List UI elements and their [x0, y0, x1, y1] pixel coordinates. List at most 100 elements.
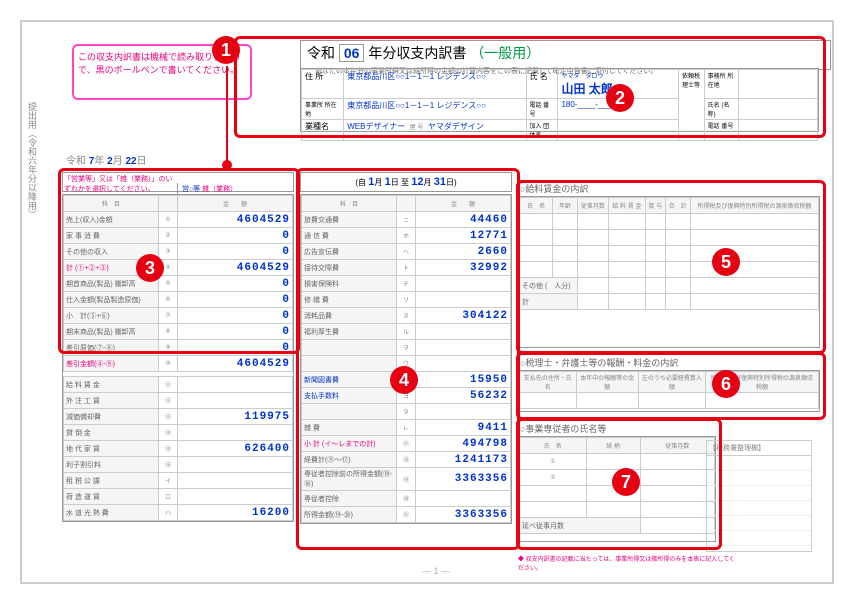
table-row	[520, 393, 819, 409]
table-row: 利子割引料⑯	[64, 457, 293, 473]
selection-row: 「営業等」又は「雑（業務）」のいずれかを選択してください。 営○等 雑（業務）	[62, 172, 294, 192]
tel-label: 電話 番号	[526, 99, 558, 120]
table-row: 減価償却費⑬119975	[64, 409, 293, 425]
table-row: 水 道 光 熱 費ハ16200	[64, 505, 293, 521]
admin-title: 【税務署整理欄】	[707, 441, 811, 456]
table-header: 氏 名続 柄従事月数	[520, 438, 715, 454]
connector-line	[226, 66, 228, 162]
table-header: 科 目金 額	[64, 196, 293, 212]
connector-dot	[222, 160, 232, 170]
table-row: 外 注 工 賃⑫	[64, 393, 293, 409]
sec7-title: ○事業専従者の氏名等	[520, 422, 606, 435]
table-row: 専従者控除前の所得金額(⑩-⑱)⑲3363356	[302, 468, 511, 491]
period-to-m: 12	[411, 176, 423, 188]
table-row: 小 計 (イ〜レまでの計)⑰494798	[302, 436, 511, 452]
table-row: 損害保険料チ	[302, 276, 511, 292]
title-suffix: 年分収支内訳書	[368, 45, 466, 61]
title-kind: （一般用）	[470, 45, 540, 61]
sel-opt2[interactable]: 雑（業務）	[202, 186, 237, 193]
table-header: 氏 名年齢従事月数給 料 賃 金賞 与合 計所得税及び復興特別所得税の源泉徴収税…	[520, 198, 819, 214]
table-row: 給 料 賃 金⑪	[64, 377, 293, 393]
sec5-title: ○給料賃金の内訳	[520, 182, 588, 195]
addr-label: 住 所	[302, 70, 344, 99]
table-row: 通 信 費ホ12771	[302, 228, 511, 244]
org-value	[558, 120, 679, 141]
callout-4: 4	[390, 366, 418, 394]
table-row: その他 ( 人分)	[520, 278, 819, 294]
sec5-table: 氏 名年齢従事月数給 料 賃 金賞 与合 計所得税及び復興特別所得税の源泉徴収税…	[518, 196, 820, 348]
agent-name	[738, 99, 817, 120]
form-title: 令和 06 年分収支内訳書 （一般用） あなたの本年分の事業所得又は雑所得の金額…	[300, 40, 831, 70]
submit-date: 令和 7年 2月 22日	[66, 152, 147, 167]
table-row: 修 繕 費リ	[302, 292, 511, 308]
table-header: 科 目金 額	[302, 196, 511, 212]
furigana: ヤマダ タロウ	[561, 71, 675, 80]
callout-6: 6	[712, 370, 740, 398]
table-row: 仕入金額(製品製造原価)⑥0	[64, 292, 293, 308]
admin-box: 【税務署整理欄】	[706, 440, 812, 552]
table-row: 接待交際費ト32992	[302, 260, 511, 276]
table-row: 消耗品費ヌ304122	[302, 308, 511, 324]
table-row: 家 事 消 費②0	[64, 228, 293, 244]
job-value: WEBデザイナー	[347, 122, 405, 131]
table-row: 計 (①+②+③)④4604529	[64, 260, 293, 276]
table-row: 期首商品(製品) 棚卸高⑤0	[64, 276, 293, 292]
callout-2: 2	[606, 84, 634, 112]
sel-label: 「営業等」又は「雑（業務）」のいずれかを選択してください。	[63, 173, 175, 195]
table-row: 地 代 家 賃⑮626400	[64, 441, 293, 457]
applicant-block: 住 所 東京都品川区○○1－1－1 レジデンス○○ 氏 名 ヤマダ タロウ 山田…	[300, 68, 819, 132]
table-row: タ	[302, 404, 511, 420]
period-m1: 月	[374, 178, 382, 187]
period-m2: 月	[423, 178, 431, 187]
table-row: 経費計(⑪〜⑰)⑱1241173	[302, 452, 511, 468]
period: (自 1月 1日 至 12月 31日)	[300, 172, 512, 192]
table-row: 荷 造 運 賃ロ	[64, 489, 293, 505]
year-value: 06	[339, 44, 365, 62]
table-row: 所得金額(⑲-⑳)㉑3363356	[302, 507, 511, 523]
table-expenses: 科 目金 額旅費交通費ニ44460通 信 費ホ12771広告宣伝費ヘ2660接待…	[300, 194, 512, 524]
bizaddr-label: 事業所 所在地	[302, 99, 344, 120]
agent-office	[738, 70, 817, 99]
table-header: 支払先の住所・氏名本年中の報酬等の金額左のうち必要経費算入額所得税及び復興特別所…	[520, 372, 819, 393]
agent-tel-label: 電話 番号	[704, 120, 738, 141]
table-row: 広告宣伝費ヘ2660	[302, 244, 511, 260]
page-number: — 1 —	[422, 566, 450, 576]
shop-value: ヤマダデザイン	[428, 122, 484, 131]
submit-era: 令和	[66, 156, 86, 167]
table-row: 売上(収入)金額①4604529	[64, 212, 293, 228]
sel-opt1[interactable]: 営○等	[182, 186, 200, 193]
footnote: ◆ 収支内訳書の記載に当たっては、事業所得又は雑所得のみを本表に記入してください…	[518, 554, 738, 572]
table-row: 福利厚生費ル	[302, 324, 511, 340]
table-row: 計	[520, 294, 819, 310]
callout-3: 3	[136, 254, 164, 282]
period-end: 日)	[446, 178, 457, 187]
table-row: 貸 倒 金⑭	[64, 425, 293, 441]
agent-name-label: 氏名 (名称)	[704, 99, 738, 120]
name-label: 氏 名	[526, 70, 558, 99]
table-row	[520, 214, 819, 230]
period-lead: (自	[355, 178, 366, 187]
side-tab: 提出用（令和六年分以降用）	[26, 102, 39, 219]
era-label: 令和	[307, 45, 335, 61]
org-label: 加入 団体名	[526, 120, 558, 141]
period-mid2: 日 至	[391, 178, 409, 187]
table-row: 差引原価(⑦-⑧)⑨0	[64, 340, 293, 356]
table-row	[520, 262, 819, 278]
job-row: WEBデザイナー 屋 号 ヤマダデザイン	[344, 120, 526, 141]
table-row: 専従者控除⑳	[302, 491, 511, 507]
table-row: 小 計(⑤+⑥)⑦0	[64, 308, 293, 324]
agent-header: 依頼税理士等	[678, 70, 704, 141]
callout-5: 5	[712, 248, 740, 276]
agent-office-label: 事務所 所在地	[704, 70, 738, 99]
table-row: 租 税 公 課イ	[64, 473, 293, 489]
callout-1: 1	[212, 36, 240, 64]
bizaddr-value: 東京都品川区○○1－1－1 レジデンス○○	[344, 99, 526, 120]
table-row	[520, 246, 819, 262]
submit-d: 22	[125, 156, 136, 167]
table-row: 差引金額(④-⑨)⑩4604529	[64, 356, 293, 372]
table-revenue-cost: 科 目金 額売上(収入)金額①4604529家 事 消 費②0その他の収入③0計…	[62, 194, 294, 522]
sec6-title: ○税理士・弁護士等の報酬・料金の内訳	[520, 356, 678, 369]
table-row: その他の収入③0	[64, 244, 293, 260]
table-row: ①	[520, 454, 715, 470]
table-row: ヲ	[302, 340, 511, 356]
